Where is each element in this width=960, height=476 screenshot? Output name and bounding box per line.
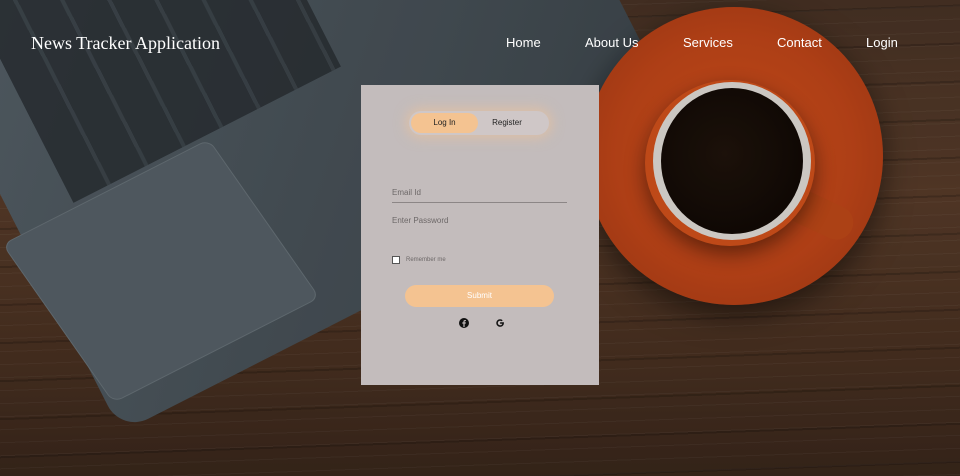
auth-toggle: Log In Register <box>409 111 549 135</box>
password-field[interactable]: Enter Password <box>392 212 567 230</box>
navbar: News Tracker Application Home About Us S… <box>0 0 960 86</box>
nav-about-us[interactable]: About Us <box>585 35 638 50</box>
nav-login[interactable]: Login <box>866 35 898 50</box>
nav-services[interactable]: Services <box>683 35 733 50</box>
remember-me-label: Remember me <box>406 257 446 263</box>
tab-login[interactable]: Log In <box>411 111 478 135</box>
remember-me-checkbox[interactable] <box>392 256 400 264</box>
tab-register[interactable]: Register <box>478 111 536 135</box>
submit-button[interactable]: Submit <box>405 285 554 307</box>
nav-home[interactable]: Home <box>506 35 541 50</box>
facebook-icon[interactable] <box>458 316 470 328</box>
nav-contact[interactable]: Contact <box>777 35 822 50</box>
google-icon[interactable] <box>494 316 506 328</box>
login-card: Log In Register Email Id Enter Password … <box>361 85 599 385</box>
brand-title: News Tracker Application <box>31 33 220 53</box>
email-field[interactable]: Email Id <box>392 184 567 203</box>
remember-me-row: Remember me <box>392 255 446 265</box>
